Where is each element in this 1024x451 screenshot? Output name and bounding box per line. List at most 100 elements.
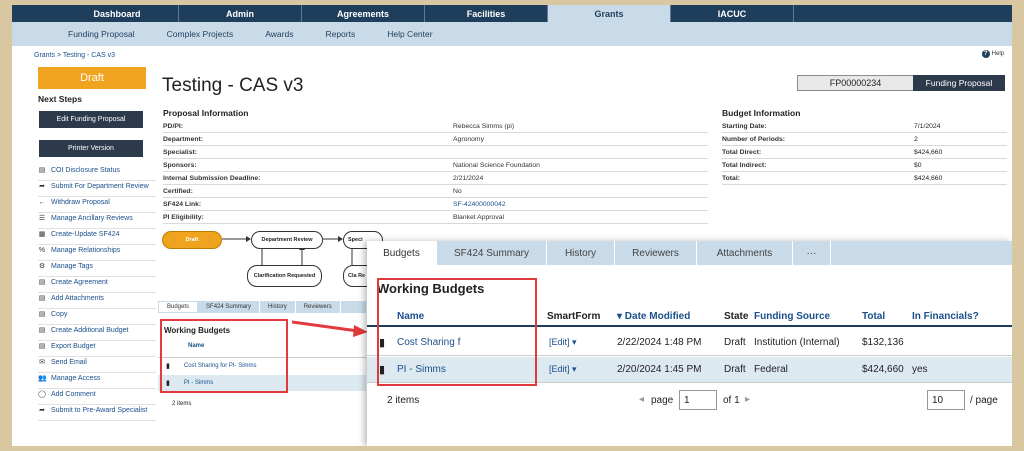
activity-icon: ⚙	[38, 263, 46, 270]
field-label: PI Eligibility:	[163, 213, 204, 221]
activity-label[interactable]: Add Comment	[51, 391, 96, 399]
activity-3[interactable]: ☰ Manage Ancillary Reviews	[38, 213, 156, 229]
more-tabs-icon[interactable]: ···	[793, 241, 831, 265]
subnav-awards[interactable]: Awards	[265, 29, 293, 39]
activity-13[interactable]: 👥 Manage Access	[38, 373, 156, 389]
app-window: Dashboard Admin Agreements Facilities Gr…	[12, 5, 1012, 446]
activity-label[interactable]: Manage Relationships	[51, 247, 120, 255]
activity-icon: ➦	[39, 183, 45, 190]
activity-label[interactable]: Manage Tags	[51, 263, 93, 271]
activity-label[interactable]: Copy	[51, 311, 67, 319]
proposal-info-row: Certified: No	[163, 185, 708, 198]
budget-info-row: Total: $424,660	[722, 172, 1007, 185]
activity-label[interactable]: Create-Update SF424	[51, 231, 119, 239]
field-value[interactable]: SF-42400000042	[453, 201, 506, 208]
activity-label[interactable]: Submit For Department Review	[51, 183, 149, 191]
small-tab-sf424-summary[interactable]: SF424 Summary	[198, 301, 261, 313]
activity-label[interactable]: Manage Ancillary Reviews	[51, 215, 133, 223]
date-modified: 2/22/2024 1:48 PM	[617, 337, 702, 348]
col-in-financials[interactable]: In Financials?	[912, 311, 979, 322]
activity-11[interactable]: ▤ Export Budget	[38, 341, 156, 357]
tab-history[interactable]: History	[547, 241, 615, 265]
subnav-help-center[interactable]: Help Center	[387, 29, 432, 39]
activity-label[interactable]: Create Additional Budget	[51, 327, 128, 335]
tab-agreements[interactable]: Agreements	[302, 5, 425, 22]
activity-7[interactable]: ▤ Create Agreement	[38, 277, 156, 293]
per-page-input[interactable]: 10	[927, 390, 965, 410]
activity-5[interactable]: % Manage Relationships	[38, 245, 156, 261]
activity-label[interactable]: Export Budget	[51, 343, 95, 351]
field-value: Rebecca Simms (pi)	[453, 122, 515, 130]
help-link[interactable]: ? Help	[981, 50, 1004, 58]
help-icon: ?	[981, 50, 990, 58]
proposal-info-heading: Proposal Information	[163, 108, 249, 118]
activity-label[interactable]: Send Email	[51, 359, 87, 367]
field-label: SF424 Link:	[163, 200, 202, 208]
field-value: No	[453, 187, 462, 195]
pointer-arrow	[292, 320, 368, 337]
edit-funding-proposal-button[interactable]: Edit Funding Proposal	[39, 111, 143, 128]
pagination-bar: 2 items ◂ page 1 of 1 ▸ 10 / page	[367, 389, 1012, 419]
col-state[interactable]: State	[724, 311, 748, 322]
activity-label[interactable]: Submit to Pre-Award Specialist	[51, 407, 147, 415]
activity-list: ▤ COI Disclosure Status ➦ Submit For Depart…	[38, 165, 156, 421]
activity-8[interactable]: ▤ Add Attachments	[38, 293, 156, 309]
field-value: National Science Foundation	[453, 161, 540, 169]
activity-0[interactable]: ▤ COI Disclosure Status	[38, 165, 156, 181]
prev-page-icon[interactable]: ◂	[639, 394, 644, 405]
breadcrumb[interactable]: Grants > Testing - CAS v3	[34, 52, 115, 59]
edit-dropdown[interactable]: [Edit] ▾	[549, 364, 577, 375]
activity-12[interactable]: ✉ Send Email	[38, 357, 156, 373]
small-tab-history[interactable]: History	[260, 301, 296, 313]
proposal-info-row: Specialist:	[163, 146, 708, 159]
tab-admin[interactable]: Admin	[179, 5, 302, 22]
tab-iacuc[interactable]: IACUC	[671, 5, 794, 22]
activity-label[interactable]: Create Agreement	[51, 279, 108, 287]
activity-1[interactable]: ➦ Submit For Department Review	[38, 181, 156, 197]
tab-facilities[interactable]: Facilities	[425, 5, 548, 22]
budgets-tab-bar: Budgets SF424 Summary History Reviewers …	[367, 241, 1012, 265]
activity-14[interactable]: ◯ Add Comment	[38, 389, 156, 405]
printer-version-button[interactable]: Printer Version	[39, 140, 143, 157]
activity-15[interactable]: ➦ Submit to Pre-Award Specialist	[38, 405, 156, 421]
tab-dashboard[interactable]: Dashboard	[56, 5, 179, 22]
activity-4[interactable]: ▦ Create-Update SF424	[38, 229, 156, 245]
col-total[interactable]: Total	[862, 311, 885, 322]
activity-label[interactable]: Manage Access	[51, 375, 100, 383]
field-value: 2	[914, 135, 918, 143]
activity-label[interactable]: COI Disclosure Status	[51, 167, 120, 175]
field-value: 7/1/2024	[914, 122, 941, 130]
proposal-info-row: Internal Submission Deadline: 2/21/2024	[163, 172, 708, 185]
activity-6[interactable]: ⚙ Manage Tags	[38, 261, 156, 277]
highlight-box-small	[160, 319, 288, 393]
activity-9[interactable]: ▤ Copy	[38, 309, 156, 325]
tab-grants[interactable]: Grants	[548, 5, 671, 22]
tab-sf424-summary[interactable]: SF424 Summary	[437, 241, 547, 265]
page-input[interactable]: 1	[679, 390, 717, 410]
subnav-funding-proposal[interactable]: Funding Proposal	[68, 29, 135, 39]
subnav-reports[interactable]: Reports	[325, 29, 355, 39]
next-page-icon[interactable]: ▸	[745, 394, 750, 405]
date-modified: 2/20/2024 1:45 PM	[617, 364, 702, 375]
tab-attachments[interactable]: Attachments	[697, 241, 793, 265]
small-tab-bar: Budgets SF424 Summary History Reviewers	[158, 301, 366, 313]
workflow-node-draft: Draft	[162, 231, 222, 249]
col-smartform: SmartForm	[547, 310, 601, 322]
activity-icon: ▤	[38, 343, 46, 350]
field-value: $0	[914, 161, 922, 169]
activity-label[interactable]: Add Attachments	[51, 295, 104, 303]
tab-reviewers[interactable]: Reviewers	[615, 241, 697, 265]
activity-10[interactable]: ▤ Create Additional Budget	[38, 325, 156, 341]
tab-budgets[interactable]: Budgets	[367, 241, 437, 265]
field-label: Certified:	[163, 187, 193, 195]
edit-dropdown[interactable]: [Edit] ▾	[549, 337, 577, 348]
top-navigation: Dashboard Admin Agreements Facilities Gr…	[12, 5, 1012, 22]
small-tab-reviewers[interactable]: Reviewers	[296, 301, 341, 313]
activity-label[interactable]: Withdraw Proposal	[51, 199, 110, 207]
activity-2[interactable]: ← Withdraw Proposal	[38, 197, 156, 213]
col-date-modified[interactable]: ▾ Date Modified	[617, 311, 690, 322]
sub-navigation: Funding Proposal Complex Projects Awards…	[12, 22, 1012, 46]
col-funding-source[interactable]: Funding Source	[754, 311, 830, 322]
subnav-complex-projects[interactable]: Complex Projects	[167, 29, 234, 39]
small-tab-budgets[interactable]: Budgets	[158, 301, 199, 313]
